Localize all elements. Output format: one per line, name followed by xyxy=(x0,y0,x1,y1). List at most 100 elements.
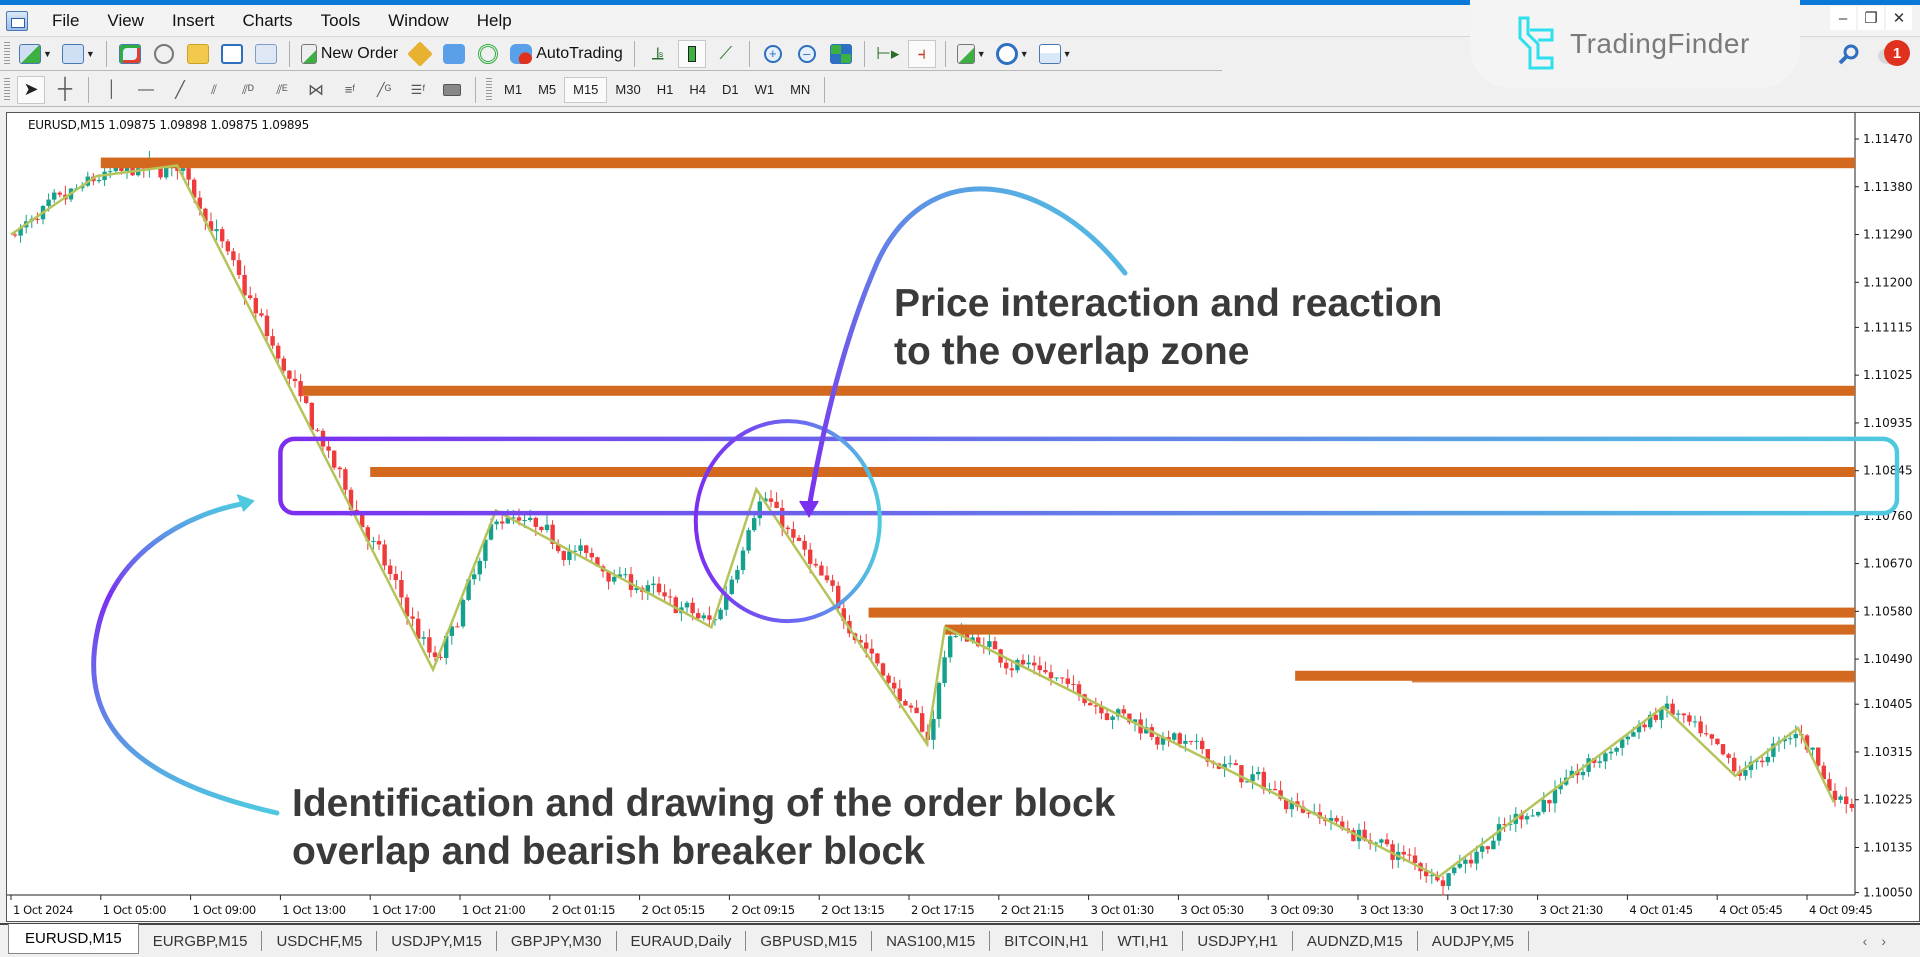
candle-bullish xyxy=(477,560,482,575)
candle-bullish xyxy=(752,518,757,531)
menu-tools[interactable]: Tools xyxy=(307,11,375,31)
tab-scroll-arrows[interactable]: ‹› xyxy=(1863,933,1900,949)
candle-bearish xyxy=(1071,683,1076,685)
tab-audnzd-m15[interactable]: AUDNZD,M15 xyxy=(1293,931,1418,951)
timeframe-m5[interactable]: M5 xyxy=(530,77,564,103)
fibonacci-retracement-tool[interactable]: ≡ᶠ xyxy=(336,76,364,104)
toolbar-grip[interactable] xyxy=(4,41,10,66)
time-tick-label: 2 Oct 17:15 xyxy=(911,903,974,917)
terminal-button[interactable] xyxy=(218,40,246,68)
autoscroll-button[interactable]: ⊢▸ xyxy=(874,40,902,68)
minimize-button[interactable]: – xyxy=(1830,6,1856,30)
timeframe-m1[interactable]: M1 xyxy=(496,77,530,103)
chart-shift-button[interactable]: ⫞ xyxy=(907,39,936,68)
candlestick-button[interactable] xyxy=(677,39,706,68)
line-chart-button[interactable]: ⟋ xyxy=(712,40,740,68)
timeframe-h4[interactable]: H4 xyxy=(681,77,714,103)
vertical-line-tool[interactable]: │ xyxy=(98,76,126,104)
close-button[interactable]: ✕ xyxy=(1886,6,1912,30)
order-block-3[interactable] xyxy=(370,466,1856,477)
radio-button[interactable] xyxy=(474,40,502,68)
timeframe-h1[interactable]: H1 xyxy=(649,77,682,103)
tab-gbpusd-m15[interactable]: GBPUSD,M15 xyxy=(746,931,873,951)
notifications-button[interactable]: 1 xyxy=(1878,40,1910,68)
signals-button[interactable] xyxy=(440,40,468,68)
candle-bearish xyxy=(1720,744,1726,755)
trendline-icon: ╱ xyxy=(175,81,185,99)
order-block-1[interactable] xyxy=(100,157,1855,169)
zoom-in-button[interactable]: + xyxy=(759,40,787,68)
menu-insert[interactable]: Insert xyxy=(158,11,229,31)
trendline-tool[interactable]: ╱ xyxy=(166,76,194,104)
new-chart-button[interactable]: ▼ xyxy=(17,40,54,68)
tab-wti-h1[interactable]: WTI,H1 xyxy=(1103,931,1184,951)
zoom-out-button[interactable]: – xyxy=(793,40,821,68)
std-deviation-channel-tool[interactable]: ⫽ᴰ xyxy=(234,76,262,104)
chevron-left-icon[interactable]: ‹ xyxy=(1863,933,1882,949)
restore-button[interactable]: ❐ xyxy=(1858,6,1884,30)
tab-eurusd-m15[interactable]: EURUSD,M15 xyxy=(8,924,139,954)
tab-usdjpy-m15[interactable]: USDJPY,M15 xyxy=(377,931,497,951)
tab-euraud-daily[interactable]: EURAUD,Daily xyxy=(617,931,747,951)
strategy-tester-button[interactable] xyxy=(252,40,280,68)
data-window-button[interactable] xyxy=(150,40,178,68)
tab-audjpy-m5[interactable]: AUDJPY,M5 xyxy=(1418,931,1530,951)
cursor-tool[interactable]: ➤ xyxy=(17,75,45,104)
horizontal-line-tool[interactable]: — xyxy=(132,76,160,104)
crosshair-tool[interactable]: ┼ xyxy=(51,76,79,104)
indicators-button[interactable]: ▼ xyxy=(955,40,988,68)
regression-channel-tool[interactable]: ⫽ᴱ xyxy=(268,76,296,104)
fibonacci-expansion-tool[interactable]: ☰ᶠ xyxy=(404,76,432,104)
tile-windows-button[interactable] xyxy=(827,40,855,68)
breaker-block-line[interactable] xyxy=(1411,680,1855,683)
gann-grid-icon: ⋈ xyxy=(308,81,324,99)
autotrading-button[interactable]: AutoTrading xyxy=(508,40,625,68)
timeframe-d1[interactable]: D1 xyxy=(714,77,747,103)
tab-usdjpy-h1[interactable]: USDJPY,H1 xyxy=(1183,931,1293,951)
candle-bearish xyxy=(707,615,712,620)
gann-line-tool[interactable]: ╱ᴳ xyxy=(370,76,398,104)
menu-view[interactable]: View xyxy=(93,11,158,31)
tab-eurgbp-m15[interactable]: EURGBP,M15 xyxy=(139,931,263,951)
order-block-6[interactable] xyxy=(1295,670,1855,681)
market-watch-button[interactable] xyxy=(116,40,144,68)
candle-bearish xyxy=(1440,880,1446,887)
menu-help[interactable]: Help xyxy=(463,11,526,31)
order-block-2[interactable] xyxy=(302,385,1856,396)
signals-icon xyxy=(443,43,466,64)
rectangle-tool[interactable] xyxy=(438,76,466,104)
toolbar-grip[interactable] xyxy=(4,77,10,102)
new-order-button[interactable]: New Order xyxy=(299,40,400,68)
tab-nas100-m15[interactable]: NAS100,M15 xyxy=(872,931,991,951)
timeframe-m15[interactable]: M15 xyxy=(564,76,608,103)
navigator-button[interactable] xyxy=(184,40,212,68)
new-chart-icon xyxy=(19,43,41,64)
chevron-right-icon[interactable]: › xyxy=(1881,933,1900,949)
tab-usdchf-m5[interactable]: USDCHF,M5 xyxy=(262,931,378,951)
menu-window[interactable]: Window xyxy=(374,11,462,31)
menu-charts[interactable]: Charts xyxy=(228,11,306,31)
timeframe-m30[interactable]: M30 xyxy=(607,77,648,103)
order-block-5[interactable] xyxy=(944,624,1855,635)
order-block-4[interactable] xyxy=(868,607,1855,618)
candle-bearish xyxy=(1698,721,1703,734)
metaeditor-button[interactable] xyxy=(406,40,434,68)
tab-gbpjpy-m30[interactable]: GBPJPY,M30 xyxy=(497,931,617,951)
timeframe-w1[interactable]: W1 xyxy=(747,77,783,103)
tab-bitcoin-h1[interactable]: BITCOIN,H1 xyxy=(990,931,1104,951)
time-tick-label: 4 Oct 09:45 xyxy=(1809,903,1872,917)
candle-bullish xyxy=(684,602,690,608)
templates-button[interactable]: ▼ xyxy=(1037,40,1074,68)
equidistant-channel-tool[interactable]: ⫽ xyxy=(200,76,228,104)
menu-file[interactable]: File xyxy=(38,11,93,31)
search-icon[interactable] xyxy=(1838,43,1860,65)
bar-chart-button[interactable]: ⫡ xyxy=(644,40,672,68)
profiles-button[interactable]: ▼ xyxy=(60,40,97,68)
candle-bullish xyxy=(1194,740,1199,742)
periods-button[interactable]: ▼ xyxy=(994,40,1031,68)
candle-bearish xyxy=(1849,804,1854,809)
candle-bearish xyxy=(343,469,348,490)
timeframe-mn[interactable]: MN xyxy=(782,77,818,103)
toolbar-grip[interactable] xyxy=(486,77,492,102)
gann-grid-tool[interactable]: ⋈ xyxy=(302,76,330,104)
